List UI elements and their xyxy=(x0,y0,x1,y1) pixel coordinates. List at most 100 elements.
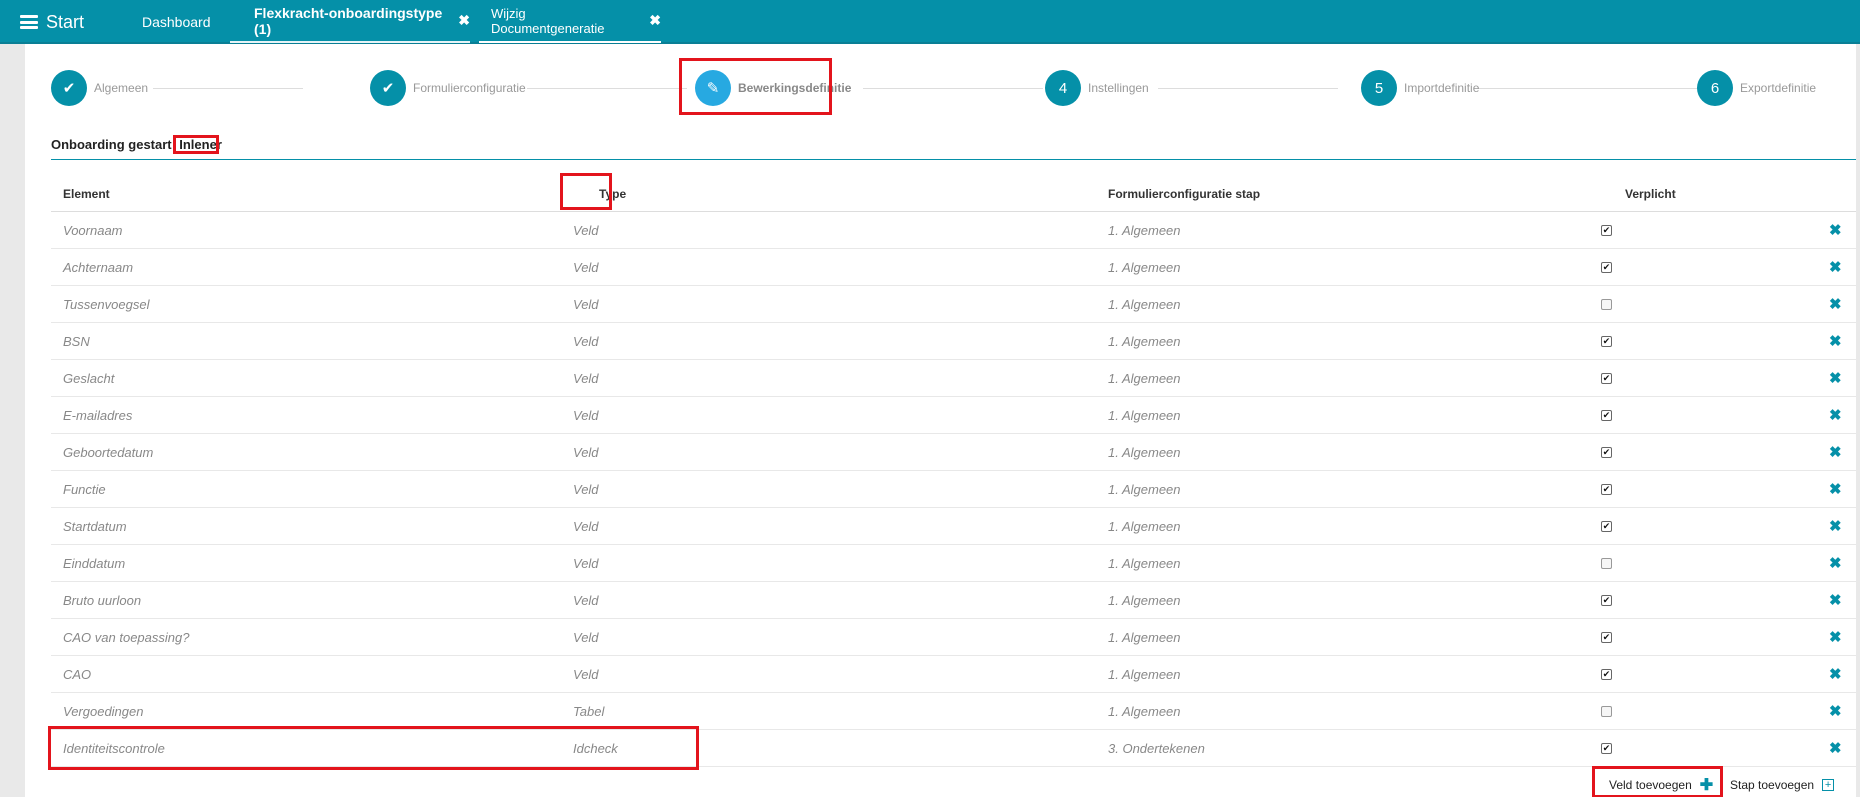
close-tab-icon[interactable]: ✖ xyxy=(649,12,661,29)
step-cell: 1. Algemeen xyxy=(1108,704,1181,719)
element-cell: CAO van toepassing? xyxy=(63,630,190,645)
table-row: Startdatum Veld 1. Algemeen ✔ ✖ xyxy=(51,508,1856,545)
wizard-step-bewerkingsdefinitie[interactable]: ✎ Bewerkingsdefinitie xyxy=(695,70,851,106)
delete-row-icon[interactable]: ✖ xyxy=(1829,730,1842,767)
verplicht-checkbox[interactable] xyxy=(1601,558,1612,569)
pencil-icon: ✎ xyxy=(695,70,731,106)
wizard-step-importdefinitie[interactable]: 5 Importdefinitie xyxy=(1361,70,1479,106)
check-icon: ✔ xyxy=(51,70,87,106)
table-row: Geboortedatum Veld 1. Algemeen ✔ ✖ xyxy=(51,434,1856,471)
table-row: Identiteitscontrole Idcheck 3. Ondertekene… xyxy=(51,730,1856,767)
tab-flexkracht-onboardingstype[interactable]: Flexkracht-onboardingstype (1) ✖ xyxy=(230,0,470,43)
verplicht-checkbox[interactable]: ✔ xyxy=(1601,373,1612,384)
column-header-stap: Formulierconfiguratie stap xyxy=(1108,187,1261,201)
scrollbar[interactable] xyxy=(1856,44,1860,797)
section-title: Onboarding gestart Inlener xyxy=(51,137,224,152)
check-icon: ✔ xyxy=(1602,262,1611,272)
check-icon: ✔ xyxy=(1602,521,1611,531)
step-label: Instellingen xyxy=(1088,81,1149,95)
step-cell: 1. Algemeen xyxy=(1108,223,1181,238)
content-panel: ✔ Algemeen ✔ Formulierconfiguratie ✎ Bew… xyxy=(25,44,1860,797)
verplicht-checkbox[interactable]: ✔ xyxy=(1601,595,1612,606)
tab-label: Dashboard xyxy=(142,14,211,30)
verplicht-checkbox[interactable]: ✔ xyxy=(1601,447,1612,458)
tab-wijzig-documentgeneratie[interactable]: Wijzig Documentgeneratie ✖ xyxy=(479,0,661,43)
add-field-button[interactable]: Veld toevoegen ✚ xyxy=(1609,774,1713,796)
step-number: 6 xyxy=(1697,70,1733,106)
step-label: Algemeen xyxy=(94,81,149,95)
delete-row-icon[interactable]: ✖ xyxy=(1829,323,1842,360)
wizard-step-algemeen[interactable]: ✔ Algemeen xyxy=(51,70,148,106)
verplicht-checkbox[interactable]: ✔ xyxy=(1601,521,1612,532)
step-cell: 1. Algemeen xyxy=(1108,630,1181,645)
delete-row-icon[interactable]: ✖ xyxy=(1829,619,1842,656)
delete-row-icon[interactable]: ✖ xyxy=(1829,212,1842,249)
delete-row-icon[interactable]: ✖ xyxy=(1829,693,1842,730)
delete-row-icon[interactable]: ✖ xyxy=(1829,249,1842,286)
verplicht-checkbox[interactable]: ✔ xyxy=(1601,336,1612,347)
verplicht-checkbox[interactable]: ✔ xyxy=(1601,743,1612,754)
verplicht-checkbox[interactable]: ✔ xyxy=(1601,262,1612,273)
step-cell: 1. Algemeen xyxy=(1108,445,1181,460)
element-cell: Identiteitscontrole xyxy=(63,741,165,756)
table-row: Vergoedingen Tabel 1. Algemeen ✖ xyxy=(51,693,1856,730)
top-bar: Start Dashboard Flexkracht-onboardingsty… xyxy=(0,0,1860,44)
type-cell: Veld xyxy=(573,445,599,460)
type-cell: Veld xyxy=(573,482,599,497)
table-row: Voornaam Veld 1. Algemeen ✔ ✖ xyxy=(51,212,1856,249)
verplicht-checkbox[interactable]: ✔ xyxy=(1601,225,1612,236)
table-row: Achternaam Veld 1. Algemeen ✔ ✖ xyxy=(51,249,1856,286)
start-menu-button[interactable]: Start xyxy=(20,10,84,34)
step-number: 5 xyxy=(1361,70,1397,106)
table-row: Tussenvoegsel Veld 1. Algemeen ✖ xyxy=(51,286,1856,323)
verplicht-checkbox[interactable]: ✔ xyxy=(1601,669,1612,680)
element-cell: Functie xyxy=(63,482,106,497)
verplicht-checkbox[interactable]: ✔ xyxy=(1601,410,1612,421)
delete-row-icon[interactable]: ✖ xyxy=(1829,656,1842,693)
check-icon: ✔ xyxy=(1602,373,1611,383)
verplicht-checkbox[interactable]: ✔ xyxy=(1601,632,1612,643)
verplicht-checkbox[interactable] xyxy=(1601,706,1612,717)
delete-row-icon[interactable]: ✖ xyxy=(1829,471,1842,508)
check-icon: ✔ xyxy=(1602,336,1611,346)
section-title-text: Onboarding gestart xyxy=(51,137,172,152)
add-step-button[interactable]: Stap toevoegen + xyxy=(1730,774,1835,796)
delete-row-icon[interactable]: ✖ xyxy=(1829,545,1842,582)
delete-row-icon[interactable]: ✖ xyxy=(1829,582,1842,619)
tab-dashboard[interactable]: Dashboard xyxy=(142,0,211,44)
step-connector xyxy=(863,88,1043,89)
step-cell: 1. Algemeen xyxy=(1108,519,1181,534)
tab-label: Flexkracht-onboardingstype (1) xyxy=(254,4,443,37)
delete-row-icon[interactable]: ✖ xyxy=(1829,434,1842,471)
step-connector xyxy=(1478,88,1703,89)
step-label: Bewerkingsdefinitie xyxy=(738,81,852,95)
delete-row-icon[interactable]: ✖ xyxy=(1829,286,1842,323)
check-icon: ✔ xyxy=(1602,410,1611,420)
table-row: Functie Veld 1. Algemeen ✔ ✖ xyxy=(51,471,1856,508)
table-row: Bruto uurloon Veld 1. Algemeen ✔ ✖ xyxy=(51,582,1856,619)
column-header-element: Element xyxy=(63,187,110,201)
table-header: Element Type Formulierconfiguratie stap … xyxy=(51,177,1856,212)
wizard-step-formulierconfiguratie[interactable]: ✔ Formulierconfiguratie xyxy=(370,70,526,106)
delete-row-icon[interactable]: ✖ xyxy=(1829,397,1842,434)
step-label: Importdefinitie xyxy=(1404,81,1480,95)
table-row: Einddatum Veld 1. Algemeen ✖ xyxy=(51,545,1856,582)
wizard-step-exportdefinitie[interactable]: 6 Exportdefinitie xyxy=(1697,70,1816,106)
wizard-step-instellingen[interactable]: 4 Instellingen xyxy=(1045,70,1149,106)
step-cell: 1. Algemeen xyxy=(1108,371,1181,386)
check-icon: ✔ xyxy=(1602,669,1611,679)
tab-label: Wijzig Documentgeneratie xyxy=(491,5,605,36)
element-cell: Geslacht xyxy=(63,371,115,386)
verplicht-checkbox[interactable]: ✔ xyxy=(1601,484,1612,495)
delete-row-icon[interactable]: ✖ xyxy=(1829,508,1842,545)
step-cell: 1. Algemeen xyxy=(1108,297,1181,312)
step-cell: 1. Algemeen xyxy=(1108,593,1181,608)
check-icon: ✔ xyxy=(1602,484,1611,494)
element-cell: CAO xyxy=(63,667,92,682)
element-cell: Startdatum xyxy=(63,519,127,534)
verplicht-checkbox[interactable] xyxy=(1601,299,1612,310)
type-cell: Veld xyxy=(573,519,599,534)
element-cell: Einddatum xyxy=(63,556,126,571)
delete-row-icon[interactable]: ✖ xyxy=(1829,360,1842,397)
close-tab-icon[interactable]: ✖ xyxy=(458,12,470,29)
